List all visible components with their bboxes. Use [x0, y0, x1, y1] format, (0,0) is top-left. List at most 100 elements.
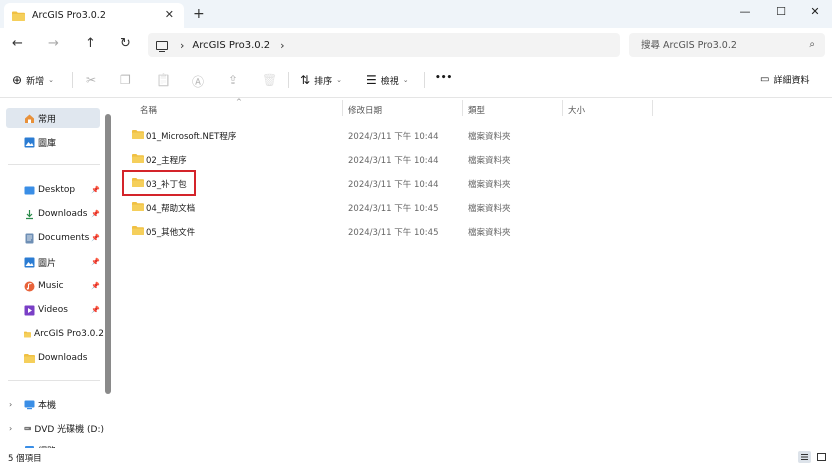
sidebar-item-downloads-folder[interactable]: Downloads [0, 348, 104, 368]
sidebar-item-label: Desktop [38, 185, 76, 195]
close-window-button[interactable]: ✕ [800, 2, 830, 22]
home-icon [25, 114, 34, 123]
sidebar-item-label: ArcGIS Pro3.0.2 [34, 329, 104, 339]
column-divider[interactable] [562, 100, 563, 116]
divider [288, 72, 289, 88]
sidebar-item-arcgis[interactable]: ArcGIS Pro3.0.2 [0, 324, 104, 344]
sidebar-item-desktop[interactable]: Desktop 📌 [0, 180, 104, 200]
copy-button[interactable]: ❐ [120, 73, 135, 87]
chevron-down-icon: ⌄ [336, 76, 342, 84]
folder-icon [24, 353, 35, 363]
sidebar-item-network[interactable]: › 網路 [0, 440, 104, 448]
this-pc-icon[interactable] [156, 40, 168, 52]
sort-label: 排序 [314, 76, 333, 87]
divider [424, 72, 425, 88]
expand-chevron-icon[interactable]: › [9, 400, 12, 409]
sidebar-item-videos[interactable]: Videos 📌 [0, 300, 104, 320]
more-options-button[interactable]: ••• [435, 73, 452, 83]
column-divider[interactable] [342, 100, 343, 116]
details-pane-button[interactable]: ▭ 詳細資料 [760, 73, 809, 86]
forward-button[interactable]: → [48, 36, 59, 51]
file-row[interactable]: 02_主程序 2024/3/11 下午 10:44 檔案資料夾 [122, 148, 822, 170]
dvd-icon [24, 426, 32, 430]
column-header-name[interactable]: 名稱 [140, 104, 157, 116]
file-date: 2024/3/11 下午 10:44 [348, 132, 439, 142]
column-header-type[interactable]: 類型 [468, 104, 485, 116]
file-date: 2024/3/11 下午 10:44 [348, 156, 439, 166]
sidebar-item-label: DVD 光碟機 (D:) [34, 424, 104, 435]
details-label: 詳細資料 [773, 76, 810, 86]
minimize-button[interactable]: — [730, 2, 760, 22]
refresh-button[interactable]: ↻ [120, 36, 131, 51]
paste-button[interactable]: 📋 [156, 73, 175, 87]
tab-title: ArcGIS Pro3.0.2 [32, 10, 106, 21]
search-box: ⌕ [629, 33, 825, 57]
sidebar-item-dvd[interactable]: › DVD 光碟機 (D:) [0, 418, 104, 438]
sidebar-item-downloads[interactable]: Downloads 📌 [0, 204, 104, 224]
share-button[interactable]: ⇪ [228, 73, 242, 87]
address-bar[interactable]: › ArcGIS Pro3.0.2 › [148, 33, 620, 57]
sidebar-item-home[interactable]: 常用 [6, 108, 100, 128]
pin-icon[interactable]: 📌 [91, 306, 100, 314]
command-bar: ⊕ 新增 ⌄ ✂ ❐ 📋 Ⓐ ⇪ 🗑 ⇅ 排序 ⌄ ☰ 檢視 ⌄ ••• ▭ 詳… [0, 62, 832, 98]
details-view-icon[interactable] [798, 451, 811, 463]
file-row[interactable]: 04_帮助文档 2024/3/11 下午 10:45 檔案資料夾 [122, 196, 822, 218]
cut-button[interactable]: ✂ [86, 73, 100, 87]
pin-icon[interactable]: 📌 [91, 186, 100, 194]
sidebar-item-this-pc[interactable]: › 本機 [0, 394, 104, 414]
column-header-date[interactable]: 修改日期 [348, 104, 382, 116]
column-divider[interactable] [652, 100, 653, 116]
file-type: 檔案資料夾 [468, 180, 511, 190]
divider [72, 72, 73, 88]
sidebar-item-music[interactable]: Music 📌 [0, 276, 104, 296]
pin-icon[interactable]: 📌 [91, 234, 100, 242]
search-icon[interactable]: ⌕ [809, 39, 815, 50]
delete-button[interactable]: 🗑 [262, 73, 281, 87]
item-count: 5 個項目 [8, 454, 42, 464]
pin-icon[interactable]: 📌 [91, 210, 100, 218]
new-button[interactable]: ⊕ 新增 ⌄ [12, 73, 54, 87]
videos-icon [24, 305, 35, 315]
rename-button[interactable]: Ⓐ [192, 73, 208, 90]
sort-icon: ⇅ [300, 73, 311, 87]
large-icons-view-icon[interactable] [815, 451, 828, 463]
sidebar-item-pictures[interactable]: 圖片 📌 [0, 252, 104, 272]
downloads-icon [26, 209, 33, 219]
column-divider[interactable] [462, 100, 463, 116]
breadcrumb-arcgis[interactable]: ArcGIS Pro3.0.2 [192, 40, 270, 51]
maximize-button[interactable]: ☐ [766, 2, 796, 22]
sort-ascending-icon: ^ [236, 98, 242, 106]
scrollbar-thumb[interactable] [105, 114, 111, 394]
sidebar-item-label: 常用 [38, 114, 57, 125]
sidebar-item-documents[interactable]: Documents 📌 [0, 228, 104, 248]
up-button[interactable]: ↑ [85, 36, 96, 51]
breadcrumb-separator[interactable]: › [180, 39, 184, 52]
sidebar-item-gallery[interactable]: 圖庫 [0, 132, 104, 152]
pin-icon[interactable]: 📌 [91, 258, 100, 266]
column-header-size[interactable]: 大小 [568, 104, 585, 116]
file-name: 02_主程序 [146, 156, 187, 166]
file-row[interactable]: 01_Microsoft.NET程序 2024/3/11 下午 10:44 檔案… [122, 124, 822, 146]
back-button[interactable]: ← [12, 36, 23, 51]
file-name: 04_帮助文档 [146, 204, 196, 214]
file-row[interactable]: 05_其他文件 2024/3/11 下午 10:45 檔案資料夾 [122, 220, 822, 242]
sidebar-item-label: 本機 [38, 400, 57, 411]
file-type: 檔案資料夾 [468, 156, 511, 166]
sidebar-item-label: Downloads [38, 353, 88, 363]
pin-icon[interactable]: 📌 [91, 282, 100, 290]
sort-button[interactable]: ⇅ 排序 ⌄ [300, 73, 342, 87]
close-tab-icon[interactable]: ✕ [165, 8, 174, 21]
tab-arcgis[interactable]: ArcGIS Pro3.0.2 ✕ [4, 3, 184, 28]
view-button[interactable]: ☰ 檢視 ⌄ [366, 73, 409, 87]
expand-chevron-icon[interactable]: › [9, 424, 12, 433]
breadcrumb-separator-end[interactable]: › [280, 39, 284, 52]
sidebar-scrollbar[interactable] [104, 112, 112, 448]
file-row[interactable]: 03_补丁包 2024/3/11 下午 10:44 檔案資料夾 [122, 172, 822, 194]
new-tab-button[interactable]: + [193, 6, 205, 22]
sidebar-item-label: 圖庫 [38, 138, 57, 149]
file-list: ^ 名稱 修改日期 類型 大小 01_Microsoft.NET程序 2024/… [116, 98, 832, 448]
divider [8, 164, 100, 165]
view-lines-icon: ☰ [366, 73, 377, 87]
search-input[interactable] [629, 33, 789, 57]
status-bar: 5 個項目 [0, 448, 832, 466]
